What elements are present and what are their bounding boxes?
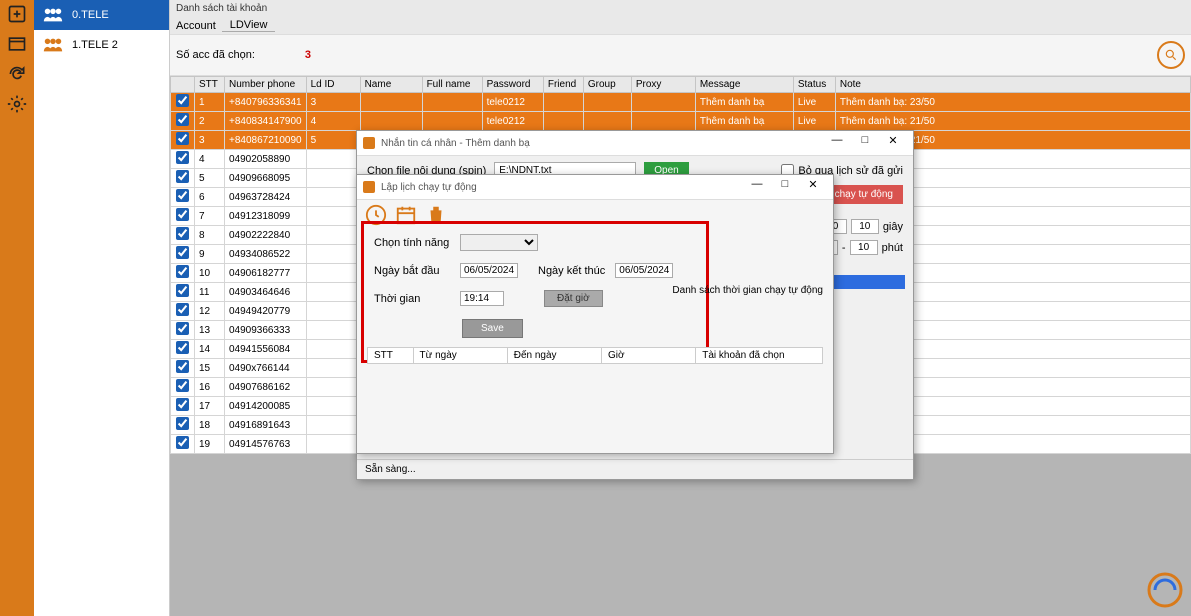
dialog1-titlebar[interactable]: Nhắn tin cá nhân - Thêm danh bạ — □ ✕ bbox=[357, 131, 913, 156]
account-label: Account bbox=[176, 20, 216, 32]
column-header[interactable]: Proxy bbox=[631, 77, 695, 93]
dialog1-title: Nhắn tin cá nhân - Thêm danh bạ bbox=[381, 138, 823, 149]
delay1b-input[interactable] bbox=[851, 219, 879, 234]
column-header[interactable]: Name bbox=[360, 77, 422, 93]
row-checkbox[interactable] bbox=[176, 227, 189, 240]
column-header[interactable]: Full name bbox=[422, 77, 482, 93]
schedule-col-header: Tài khoản đã chọn bbox=[696, 348, 822, 363]
close-button[interactable]: ✕ bbox=[799, 178, 827, 196]
add-account-icon[interactable] bbox=[7, 4, 27, 24]
end-date-label: Ngày kết thúc bbox=[538, 265, 605, 277]
column-header[interactable]: Ld ID bbox=[306, 77, 360, 93]
schedule-table-header: STTTừ ngàyĐến ngàyGiờTài khoản đã chọn bbox=[367, 347, 823, 364]
app-icon bbox=[363, 181, 375, 193]
schedule-col-header: STT bbox=[368, 348, 414, 363]
row-checkbox[interactable] bbox=[176, 417, 189, 430]
time-label: Thời gian bbox=[374, 293, 450, 305]
row-checkbox[interactable] bbox=[176, 322, 189, 335]
row-checkbox[interactable] bbox=[176, 360, 189, 373]
row-checkbox[interactable] bbox=[176, 436, 189, 449]
minimize-button[interactable]: — bbox=[823, 134, 851, 152]
row-checkbox[interactable] bbox=[176, 113, 189, 126]
row-checkbox[interactable] bbox=[176, 246, 189, 259]
column-header[interactable]: Friend bbox=[543, 77, 583, 93]
feature-select[interactable] bbox=[460, 234, 538, 251]
table-row[interactable]: 2+8408341479004tele0212Thêm danh bạLiveT… bbox=[171, 112, 1191, 131]
tele-item-0[interactable]: 0.TELE bbox=[34, 0, 169, 30]
page-title: Danh sách tài khoản bbox=[170, 0, 1191, 17]
app-icon bbox=[363, 137, 375, 149]
tele-panel: 0.TELE 1.TELE 2 bbox=[34, 0, 170, 616]
selected-label: Số acc đã chọn: bbox=[176, 49, 255, 61]
tele-item-label: 1.TELE 2 bbox=[72, 39, 118, 51]
settings-icon[interactable] bbox=[7, 94, 27, 114]
column-header[interactable]: Number phone bbox=[225, 77, 307, 93]
column-header[interactable]: Note bbox=[835, 77, 1190, 93]
row-checkbox[interactable] bbox=[176, 208, 189, 221]
column-header[interactable]: Status bbox=[793, 77, 835, 93]
delay2b-input[interactable] bbox=[850, 240, 878, 255]
minimize-button[interactable]: — bbox=[743, 178, 771, 196]
tele-item-1[interactable]: 1.TELE 2 bbox=[34, 30, 169, 60]
schedule-col-header: Giờ bbox=[602, 348, 696, 363]
unit-minutes: phút bbox=[882, 242, 903, 254]
row-checkbox[interactable] bbox=[176, 132, 189, 145]
schedule-form-highlight: Chọn tính năng Ngày bắt đầu Ngày kết thú… bbox=[361, 221, 709, 363]
tele-item-label: 0.TELE bbox=[72, 9, 109, 21]
schedule-col-header: Từ ngày bbox=[414, 348, 508, 363]
maximize-button[interactable]: □ bbox=[771, 178, 799, 196]
time-input[interactable] bbox=[460, 291, 504, 306]
schedule-list-label: Danh sách thời gian chạy tự động bbox=[672, 285, 823, 296]
maximize-button[interactable]: □ bbox=[851, 134, 879, 152]
row-checkbox[interactable] bbox=[176, 379, 189, 392]
refresh-icon[interactable] bbox=[7, 64, 27, 84]
selected-count: 3 bbox=[305, 49, 311, 61]
table-row[interactable]: 1+8407963363413tele0212Thêm danh bạLiveT… bbox=[171, 93, 1191, 112]
row-checkbox[interactable] bbox=[176, 189, 189, 202]
scheduler-dialog: Lập lịch chạy tự động — □ ✕ Chọn tính nă… bbox=[356, 174, 834, 454]
row-checkbox[interactable] bbox=[176, 303, 189, 316]
dialog1-status: Sẵn sàng... bbox=[357, 459, 913, 479]
sep: - bbox=[842, 242, 846, 254]
column-header[interactable]: Group bbox=[583, 77, 631, 93]
search-button[interactable] bbox=[1157, 41, 1185, 69]
close-button[interactable]: ✕ bbox=[879, 134, 907, 152]
unit-seconds: giây bbox=[883, 221, 903, 233]
column-header[interactable]: Message bbox=[695, 77, 793, 93]
column-header[interactable]: Password bbox=[482, 77, 543, 93]
start-date-label: Ngày bắt đầu bbox=[374, 265, 450, 277]
account-value: LDView bbox=[222, 19, 276, 32]
row-checkbox[interactable] bbox=[176, 284, 189, 297]
row-checkbox[interactable] bbox=[176, 398, 189, 411]
row-checkbox[interactable] bbox=[176, 265, 189, 278]
row-checkbox[interactable] bbox=[176, 94, 189, 107]
set-time-button[interactable]: Đặt giờ bbox=[544, 290, 603, 307]
window-icon[interactable] bbox=[7, 34, 27, 54]
start-date-input[interactable] bbox=[460, 263, 518, 278]
brand-logo bbox=[1145, 570, 1185, 610]
schedule-col-header: Đến ngày bbox=[508, 348, 602, 363]
column-header[interactable]: STT bbox=[195, 77, 225, 93]
row-checkbox[interactable] bbox=[176, 170, 189, 183]
selection-row: Số acc đã chọn: 3 bbox=[170, 34, 1191, 76]
column-header[interactable] bbox=[171, 77, 195, 93]
dialog2-title: Lập lịch chạy tự động bbox=[381, 182, 743, 193]
feature-label: Chọn tính năng bbox=[374, 237, 450, 249]
save-button[interactable]: Save bbox=[462, 319, 523, 338]
end-date-input[interactable] bbox=[615, 263, 673, 278]
row-checkbox[interactable] bbox=[176, 341, 189, 354]
row-checkbox[interactable] bbox=[176, 151, 189, 164]
dialog2-titlebar[interactable]: Lập lịch chạy tự động — □ ✕ bbox=[357, 175, 833, 200]
account-row: Account LDView bbox=[170, 17, 1191, 34]
app-sidebar bbox=[0, 0, 34, 616]
